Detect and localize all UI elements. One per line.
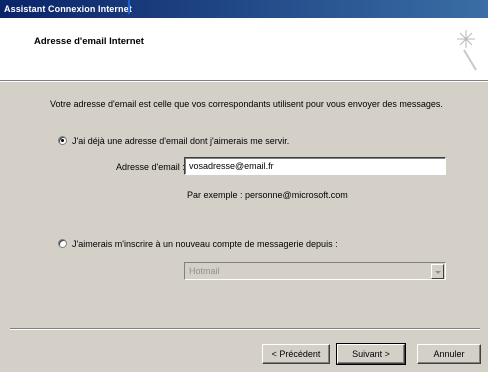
wizard-wand-icon bbox=[457, 30, 477, 71]
example-text: Par exemple : personne@microsoft.com bbox=[187, 190, 348, 200]
provider-select: Hotmail bbox=[184, 262, 446, 280]
page-title: Adresse d'email Internet bbox=[34, 36, 144, 47]
new-account-label[interactable]: J'aimerais m'inscrire à un nouveau compt… bbox=[72, 239, 338, 249]
wizard-header: Adresse d'email Internet bbox=[0, 18, 488, 81]
text-cursor-marker bbox=[128, 0, 130, 14]
new-account-radio[interactable] bbox=[58, 239, 67, 248]
next-button[interactable]: Suivant > bbox=[336, 343, 406, 365]
footer-divider-highlight bbox=[10, 329, 480, 330]
cancel-button[interactable]: Annuler bbox=[417, 344, 481, 364]
description-text: Votre adresse d'email est celle que vos … bbox=[50, 99, 443, 109]
email-field-label: Adresse d'email : bbox=[116, 162, 185, 172]
chevron-down-icon bbox=[431, 264, 444, 279]
window-title: Assistant Connexion Internet bbox=[4, 4, 132, 14]
existing-address-label[interactable]: J'ai déjà une adresse d'email dont j'aim… bbox=[72, 136, 289, 146]
provider-select-value: Hotmail bbox=[189, 266, 220, 276]
existing-address-radio[interactable] bbox=[58, 136, 67, 145]
window-title-bar: Assistant Connexion Internet bbox=[0, 0, 488, 18]
email-field[interactable] bbox=[184, 157, 446, 175]
wizard-content: Votre adresse d'email est celle que vos … bbox=[0, 82, 488, 327]
back-button[interactable]: < Précédent bbox=[262, 344, 330, 364]
